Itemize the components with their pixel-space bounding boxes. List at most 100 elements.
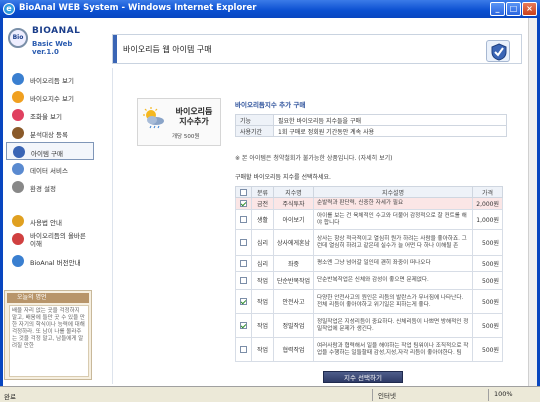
shield-icon xyxy=(13,146,25,158)
item-card-title: 바이오리듬 지수추가 xyxy=(170,107,218,127)
item-card-title-line2: 지수추가 xyxy=(179,117,209,126)
header-accent-bar xyxy=(113,35,117,63)
table-row: 작업 단순반복작업 단순반복작업은 신체와 감성이 좋으면 문제없다. 500원 xyxy=(235,271,503,290)
row-category: 작업 xyxy=(251,271,274,290)
pencil-icon xyxy=(12,127,24,139)
item-card-title-line1: 바이오리듬 xyxy=(175,107,213,116)
sidebar-item[interactable]: 분석대상 등록 xyxy=(6,124,94,142)
row-checkbox-cell[interactable] xyxy=(235,255,252,272)
row-price: 500원 xyxy=(472,271,503,290)
data-icon xyxy=(12,163,24,175)
select-instruction: 구매할 바이오리듬 지수를 선택하세요. xyxy=(235,174,331,181)
status-divider xyxy=(372,389,373,401)
row-checkbox-cell[interactable] xyxy=(235,229,252,256)
row-description: 다양한 안전사고의 원인은 리듬의 발란스가 무너짐에 나타난다. 전체 리듬이… xyxy=(313,289,473,314)
row-category: 생활 xyxy=(251,209,274,230)
monitor-icon xyxy=(12,255,24,267)
row-name: 상사에게혼남 xyxy=(273,229,314,256)
row-description: 상사는 항상 적극적이고 열심히 뭔가 하려는 사람을 좋아하죠. 그런데 열심… xyxy=(313,229,473,256)
weather-icon xyxy=(143,107,164,129)
sidebar-item-label: BioAnal 버전안내 xyxy=(30,259,81,267)
select-index-button[interactable]: 지수 선택하기 xyxy=(323,371,403,383)
row-checkbox[interactable] xyxy=(240,239,247,246)
row-checkbox[interactable] xyxy=(240,277,247,284)
refund-notice[interactable]: ※ 본 아이템은 청약철회가 불가능한 상품입니다. (자세히 보기) xyxy=(235,153,392,162)
page-title: 바이오리듬 웹 아이템 구매 xyxy=(123,45,212,54)
sidebar-item[interactable]: BioAnal 버전안내 xyxy=(6,252,94,270)
row-price: 500원 xyxy=(472,255,503,272)
logo-subtitle: Basic Web ver.1.0 xyxy=(32,40,73,56)
globe-icon xyxy=(12,73,24,85)
header-name: 지수명 xyxy=(273,186,314,198)
header-category: 분류 xyxy=(251,186,274,198)
quote-text: 배울 자리 없는 곳을 걱정하지 말고, 배움에 들만 곳 수 있을 만한 자기… xyxy=(9,305,89,377)
info-value: 1회 구매로 정회원 기간동안 계속 사용 xyxy=(273,125,507,137)
window-titlebar: e BioAnal WEB System - Windows Internet … xyxy=(0,0,540,18)
quote-title: 오늘의 명언 xyxy=(7,293,89,303)
row-checkbox-cell[interactable] xyxy=(235,271,252,290)
row-description: 순발력과 판단력, 신중한 자세가 필요 xyxy=(313,197,473,210)
info-row: 기능 필요한 바이오리듬 지수들을 구매 xyxy=(235,114,507,126)
sidebar-item[interactable]: 사용법 안내 xyxy=(6,212,94,230)
table-header-row: 분류 지수명 지수설명 가격 xyxy=(235,186,503,198)
info-key: 사용기간 xyxy=(235,125,274,137)
row-description: 아이를 보는 건 육체적인 수고와 더불어 감정적으로 잘 컨트롤 해야 합니다 xyxy=(313,209,473,230)
logo-title: BIOANAL xyxy=(32,26,81,36)
row-category: 작업 xyxy=(251,289,274,314)
row-category: 심리 xyxy=(251,229,274,256)
row-description: 여러사람과 협력해서 일을 해야하는 작업 팀워이나 조직적으로 작업을 수행하… xyxy=(313,337,473,362)
info-row: 사용기간 1회 구매로 정회원 기간동안 계속 사용 xyxy=(235,125,507,137)
status-bar: 완료 인터넷 100% xyxy=(0,386,540,402)
status-text: 완료 xyxy=(4,393,16,401)
sidebar-item-label: 바이오지수 보기 xyxy=(30,95,74,103)
row-description: 평소엔 그냥 넘어갈 일인데 괜히 좌중이 떠나오다 xyxy=(313,255,473,272)
row-checkbox[interactable] xyxy=(240,322,247,329)
gear-icon xyxy=(12,181,24,193)
logo-badge: Bio xyxy=(8,28,28,48)
vertical-scrollbar[interactable] xyxy=(528,18,537,386)
sidebar-item[interactable]: 조화율 보기 xyxy=(6,106,94,124)
row-checkbox-cell[interactable] xyxy=(235,289,252,314)
close-button[interactable]: × xyxy=(522,2,537,16)
sidebar-item-label: 아이템 구매 xyxy=(31,150,63,158)
row-checkbox[interactable] xyxy=(240,200,247,207)
row-price: 500원 xyxy=(472,313,503,338)
zoom-level[interactable]: 100% xyxy=(494,390,513,398)
app-logo[interactable]: Bio BIOANAL Basic Web ver.1.0 xyxy=(6,22,98,58)
header-select-all[interactable] xyxy=(235,186,252,198)
sidebar-item[interactable]: 데이터 서비스 xyxy=(6,160,94,178)
table-row: 작업 안전사고 다양한 안전사고의 원인은 리듬의 발란스가 무너짐에 나타난다. … xyxy=(235,289,503,314)
maximize-button[interactable]: □ xyxy=(506,2,521,16)
sidebar-item[interactable]: 환경 설정 xyxy=(6,178,94,196)
info-key: 기능 xyxy=(235,114,274,126)
sidebar-item[interactable]: 아이템 구매 xyxy=(6,142,94,160)
sidebar-item[interactable]: 바이오지수 보기 xyxy=(6,88,94,106)
table-row: 심리 상사에게혼남 상사는 항상 적극적이고 열심히 뭔가 하려는 사람을 좋아하죠… xyxy=(235,229,503,256)
table-row: 심리 좌중 평소엔 그냥 넘어갈 일인데 괜히 좌중이 떠나오다 500원 xyxy=(235,255,503,272)
row-checkbox[interactable] xyxy=(240,298,247,305)
sidebar-item[interactable]: 바이오리듬의 올바른 이해 xyxy=(6,230,94,248)
row-name: 단순반복작업 xyxy=(273,271,314,290)
row-name: 아이보기 xyxy=(273,209,314,230)
row-checkbox[interactable] xyxy=(240,260,247,267)
row-checkbox-cell[interactable] xyxy=(235,337,252,362)
row-price: 500원 xyxy=(472,289,503,314)
row-checkbox-cell[interactable] xyxy=(235,209,252,230)
row-price: 1,000원 xyxy=(472,209,503,230)
row-category: 금전 xyxy=(251,197,274,210)
row-checkbox-cell[interactable] xyxy=(235,313,252,338)
row-checkbox[interactable] xyxy=(240,216,247,223)
ie-icon: e xyxy=(3,3,15,15)
main-content: 바이오리듬 지수추가 개당 500원 바이오리듬지수 추가 구매 기능 필요한 … xyxy=(112,68,522,384)
select-all-checkbox[interactable] xyxy=(240,188,247,196)
sidebar-item[interactable]: 바이오리듬 보기 xyxy=(6,70,94,88)
star-icon xyxy=(12,91,24,103)
row-checkbox[interactable] xyxy=(240,346,247,353)
help-icon xyxy=(12,215,24,227)
row-checkbox-cell[interactable] xyxy=(235,197,252,210)
info-value: 필요한 바이오리듬 지수들을 구매 xyxy=(273,114,507,126)
row-price: 500원 xyxy=(472,229,503,256)
minimize-button[interactable]: _ xyxy=(490,2,505,16)
table-row: 금전 주식투자 순발력과 판단력, 신중한 자세가 필요 2,000원 xyxy=(235,197,503,210)
section-title: 바이오리듬지수 추가 구매 xyxy=(235,101,306,109)
